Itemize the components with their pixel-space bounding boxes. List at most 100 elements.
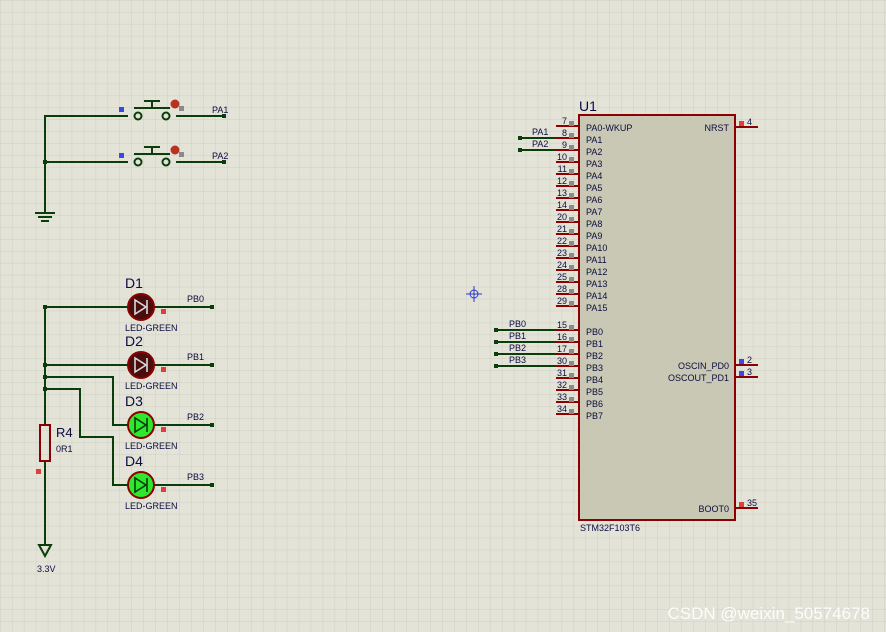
pin-state-icon <box>161 367 166 372</box>
pin-name: PA8 <box>586 219 602 229</box>
schematic-canvas[interactable]: PA1 PA2 D1LED-GREENPB0D2LED-GREENPB1D3LE… <box>0 0 886 632</box>
power-label: 3.3V <box>37 564 56 574</box>
net-label: PB2 <box>509 343 526 353</box>
pin-number: 28 <box>557 284 567 294</box>
pin-number: 9 <box>562 140 567 150</box>
pin-state-icon <box>36 469 41 474</box>
pin-number: 33 <box>557 392 567 402</box>
pin-state-icon <box>161 427 166 432</box>
pin-name: PB5 <box>586 387 603 397</box>
led-net-label: PB1 <box>187 352 204 362</box>
resistor-ref: R4 <box>56 425 73 440</box>
pin-number: 35 <box>747 498 757 508</box>
pin-name: PA0-WKUP <box>586 123 632 133</box>
pin-state-icon <box>569 253 574 258</box>
pin-number: 24 <box>557 260 567 270</box>
switch-actuator-icon[interactable] <box>170 145 180 155</box>
pin-number: 32 <box>557 380 567 390</box>
pin-name: PA2 <box>586 147 602 157</box>
pin-number: 22 <box>557 236 567 246</box>
led-body <box>127 471 155 499</box>
pin-state-icon <box>569 361 574 366</box>
pin-name: PA4 <box>586 171 602 181</box>
pin-number: 2 <box>747 355 752 365</box>
pin-number: 12 <box>557 176 567 186</box>
pin-state-icon <box>569 265 574 270</box>
pin-number: 7 <box>562 116 567 126</box>
pin-state-icon <box>569 397 574 402</box>
led-body <box>127 411 155 439</box>
pin-number: 14 <box>557 200 567 210</box>
pin-number: 17 <box>557 344 567 354</box>
pin-number: 15 <box>557 320 567 330</box>
pin-name: PB3 <box>586 363 603 373</box>
pin-number: 3 <box>747 367 752 377</box>
pin-name: PA7 <box>586 207 602 217</box>
net-label: PB1 <box>509 331 526 341</box>
led-net-label: PB0 <box>187 294 204 304</box>
pin-state-icon <box>569 205 574 210</box>
net-label-pa1: PA1 <box>212 105 228 115</box>
led-ref: D2 <box>125 333 143 349</box>
pin-name: PA15 <box>586 303 607 313</box>
pin-state-icon <box>569 409 574 414</box>
pin-number: 34 <box>557 404 567 414</box>
pin-name: PB7 <box>586 411 603 421</box>
wire-end <box>494 364 498 368</box>
pin-state-icon <box>739 371 744 376</box>
pin-name: NRST <box>705 123 730 133</box>
pin-name: PA9 <box>586 231 602 241</box>
pin-state-icon <box>179 106 184 111</box>
pin-number: 21 <box>557 224 567 234</box>
pin-state-icon <box>739 121 744 126</box>
pin-name: OSCIN_PD0 <box>678 361 729 371</box>
pin-state-icon <box>569 241 574 246</box>
pin-name: PA13 <box>586 279 607 289</box>
pin-number: 11 <box>558 164 567 174</box>
pin-state-icon <box>569 301 574 306</box>
pin-state-icon <box>569 193 574 198</box>
pin-number: 25 <box>557 272 567 282</box>
wire-end <box>494 352 498 356</box>
wire-end <box>210 363 214 367</box>
pin-name: BOOT0 <box>698 504 729 514</box>
pin-state-icon <box>739 359 744 364</box>
wire-end <box>210 483 214 487</box>
pin-state-icon <box>569 121 574 126</box>
pin-state-icon <box>161 487 166 492</box>
watermark: CSDN @weixin_50574678 <box>668 604 870 623</box>
net-label: PA1 <box>532 127 548 137</box>
pin-number: 23 <box>557 248 567 258</box>
pin-state-icon <box>569 181 574 186</box>
pin-name: PA6 <box>586 195 602 205</box>
pin-name: PA14 <box>586 291 607 301</box>
wire-end <box>518 148 522 152</box>
pin-number: 31 <box>557 368 567 378</box>
pin-state-icon <box>569 277 574 282</box>
pin-name: PB6 <box>586 399 603 409</box>
led-net-label: PB2 <box>187 412 204 422</box>
pin-state-icon <box>569 157 574 162</box>
pin-name: PB0 <box>586 327 603 337</box>
pin-name: PA11 <box>586 255 607 265</box>
pin-state-icon <box>569 337 574 342</box>
pin-name: OSCOUT_PD1 <box>668 373 729 383</box>
wire-end <box>494 340 498 344</box>
led-type: LED-GREEN <box>125 381 178 391</box>
pin-name: PB1 <box>586 339 603 349</box>
pin-number: 10 <box>557 152 567 162</box>
pin-name: PA10 <box>586 243 607 253</box>
pin-number: 16 <box>557 332 567 342</box>
pin-number: 13 <box>557 188 567 198</box>
led-ref: D3 <box>125 393 143 409</box>
pin-number: 8 <box>562 128 567 138</box>
switch-actuator-icon[interactable] <box>170 99 180 109</box>
led-body <box>127 351 155 379</box>
pin-state-icon <box>569 169 574 174</box>
mcu-u1[interactable]: U1 STM32F103T6 <box>578 98 736 533</box>
pin-name: PA5 <box>586 183 602 193</box>
chip-part: STM32F103T6 <box>580 523 640 533</box>
pin-name: PA3 <box>586 159 602 169</box>
pin-state-icon <box>569 217 574 222</box>
pin-state-icon <box>569 133 574 138</box>
